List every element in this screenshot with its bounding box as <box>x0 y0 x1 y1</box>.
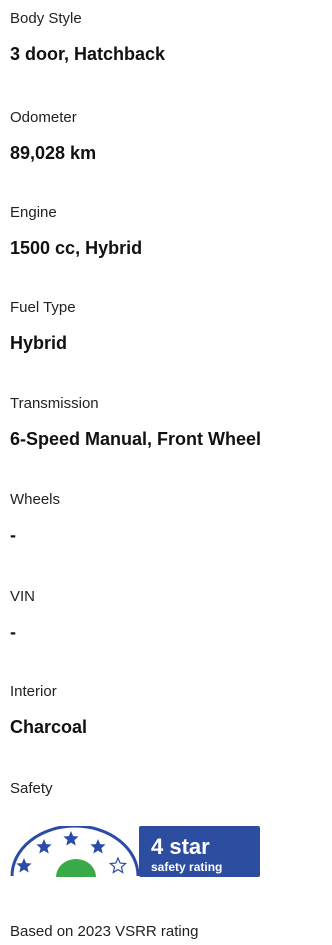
star-outline-icon <box>108 856 128 874</box>
spec-value: Charcoal <box>10 717 88 737</box>
spec-label: Odometer <box>10 109 77 126</box>
green-semicircle-icon <box>56 859 96 877</box>
safety-rating-badge: 4 star safety rating <box>10 824 260 877</box>
badge-subtitle: safety rating <box>151 860 222 874</box>
spec-value: 3 door, Hatchback <box>10 44 166 64</box>
spec-value: Hybrid <box>10 333 68 353</box>
spec-label: Fuel Type <box>10 299 76 316</box>
spec-body-style: Body Style 3 door, Hatchback <box>10 10 326 65</box>
spec-value: 1500 cc, Hybrid <box>10 238 143 258</box>
spec-vin: VIN - <box>10 588 326 643</box>
spec-value: - <box>10 525 16 545</box>
spec-fuel-type: Fuel Type Hybrid <box>10 299 326 354</box>
spec-transmission: Transmission 6-Speed Manual, Front Wheel <box>10 395 326 450</box>
spec-label: Engine <box>10 204 57 221</box>
spec-interior: Interior Charcoal <box>10 683 326 738</box>
spec-label: Safety <box>10 780 53 797</box>
spec-safety: Safety <box>10 780 326 798</box>
spec-value: - <box>10 622 16 642</box>
star-icon <box>90 839 106 854</box>
safety-footnote: Based on 2023 VSRR rating <box>10 923 199 940</box>
spec-label: VIN <box>10 588 36 605</box>
star-icon <box>63 831 79 846</box>
spec-label: Interior <box>10 683 57 700</box>
spec-odometer: Odometer 89,028 km <box>10 109 326 164</box>
spec-wheels: Wheels - <box>10 491 326 546</box>
spec-label: Wheels <box>10 491 61 508</box>
spec-label: Transmission <box>10 395 99 412</box>
spec-label: Body Style <box>10 10 82 27</box>
badge-star-text: 4 star <box>151 834 210 859</box>
spec-value: 89,028 km <box>10 143 97 163</box>
spec-engine: Engine 1500 cc, Hybrid <box>10 204 326 259</box>
spec-value: 6-Speed Manual, Front Wheel <box>10 429 262 449</box>
star-icon <box>16 858 32 873</box>
star-icon <box>36 839 52 854</box>
